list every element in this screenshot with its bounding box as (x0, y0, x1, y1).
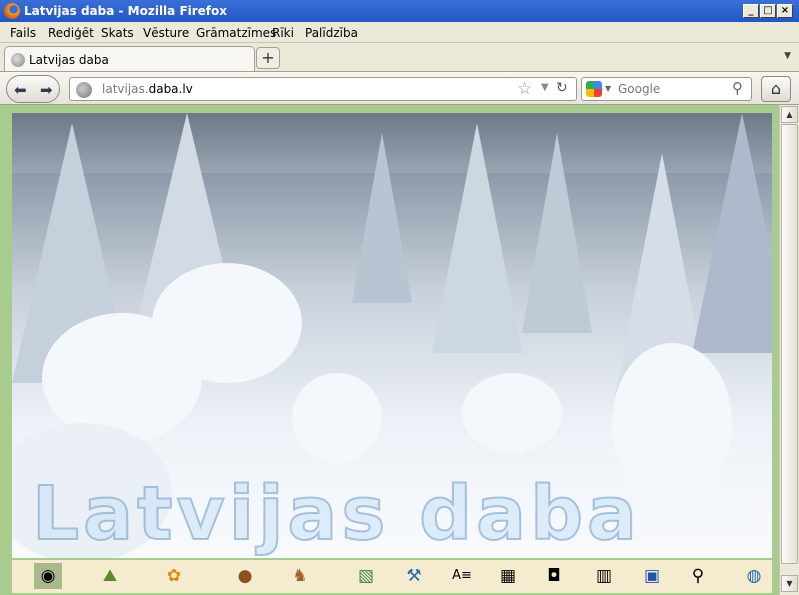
back-forward-group: ⬅ ➡ (6, 75, 60, 103)
snowy-tree (522, 133, 592, 333)
tab-strip: Latvijas daba + ▼ (0, 43, 799, 72)
minimize-button[interactable]: _ (743, 4, 759, 18)
home-button[interactable]: ⌂ (761, 76, 791, 102)
search-magnifier-button-icon[interactable]: ⚲ (732, 79, 743, 97)
home-globe-icon[interactable]: ◉ (34, 563, 62, 589)
address-bar[interactable]: latvijas.daba.lv ☆ ▼ ↻ (69, 77, 577, 101)
menu-view[interactable]: Skats (101, 26, 134, 40)
engine-dropdown-icon[interactable]: ▼ (605, 84, 611, 93)
book-icon[interactable]: ▥ (590, 563, 618, 589)
flowers-plants-icon[interactable]: ✿ (160, 563, 188, 589)
snow-mound (292, 373, 382, 463)
winter-forest-photo: Latvijas daba (12, 113, 772, 558)
landscape-icon[interactable]: ⛰ (96, 563, 124, 589)
snow-mound (152, 263, 302, 383)
new-tab-button[interactable]: + (256, 47, 280, 69)
menu-edit[interactable]: Rediģēt (48, 26, 94, 40)
window-titlebar: Latvijas daba - Mozilla Firefox _ □ × (0, 0, 799, 22)
snow-mound (462, 373, 562, 453)
scroll-up-arrow-icon[interactable]: ▲ (781, 106, 798, 123)
animals-insects-icon[interactable]: ♞ (286, 563, 314, 589)
search-input[interactable]: Google (618, 82, 660, 96)
snowy-tree (432, 123, 522, 353)
site-identity-icon[interactable] (76, 82, 92, 98)
back-arrow-icon[interactable]: ⬅ (14, 81, 27, 99)
bookmark-star-icon[interactable]: ☆ (517, 79, 532, 99)
info-screen-icon[interactable]: ▣ (638, 563, 666, 589)
firefox-logo-icon (4, 3, 20, 19)
navigation-toolbar: ⬅ ➡ latvijas.daba.lv ☆ ▼ ↻ ▼ Google ⚲ ⌂ (0, 71, 799, 105)
mushroom-icon[interactable]: ● (231, 563, 259, 589)
site-watermark-logo: Latvijas daba (31, 470, 641, 558)
snowy-tree (352, 133, 412, 303)
menu-history[interactable]: Vēsture (143, 26, 189, 40)
menubar: Fails Rediģēt Skats Vēsture Grāmatzīmes … (0, 22, 799, 43)
site-favicon-icon (11, 53, 25, 67)
tab-latvijas-daba[interactable]: Latvijas daba (4, 46, 255, 72)
google-engine-icon[interactable] (586, 81, 602, 97)
search-magnifier-icon[interactable]: ⚲ (684, 563, 712, 589)
snowy-tree (692, 113, 772, 353)
close-button[interactable]: × (777, 4, 793, 18)
url-text[interactable]: latvijas.daba.lv (102, 82, 193, 96)
reload-icon[interactable]: ↻ (556, 80, 568, 96)
section-icon-bar: ◉ ⛰ ✿ ● ♞ ▧ ⚒ A≡ ▦ ◘ ▥ ▣ ⚲ ◍ (12, 560, 772, 593)
window-title: Latvijas daba - Mozilla Firefox (24, 4, 228, 18)
maximize-button[interactable]: □ (760, 4, 776, 18)
page-content: Latvijas daba ◉ ⛰ ✿ ● ♞ ▧ ⚒ A≡ ▦ ◘ ▥ ▣ ⚲… (0, 105, 779, 595)
axe-icon[interactable]: ⚒ (400, 563, 428, 589)
tab-list-chevron-icon[interactable]: ▼ (784, 51, 791, 61)
menu-help[interactable]: Palīdzība (305, 26, 358, 40)
map-icon[interactable]: ▧ (352, 563, 380, 589)
tab-label: Latvijas daba (29, 53, 109, 67)
vertical-scrollbar[interactable]: ▲ ▼ (779, 105, 799, 595)
menu-file[interactable]: Fails (10, 26, 36, 40)
menu-bookmarks[interactable]: Grāmatzīmes (196, 26, 276, 40)
scroll-down-arrow-icon[interactable]: ▼ (781, 575, 798, 592)
search-box[interactable]: ▼ Google ⚲ (581, 77, 752, 101)
scrollbar-thumb[interactable] (781, 124, 798, 564)
history-dropdown-icon[interactable]: ▼ (541, 82, 549, 93)
menu-tools[interactable]: Rīki (272, 26, 294, 40)
alphabet-index-icon[interactable]: A≡ (448, 563, 476, 589)
globe-icon[interactable]: ◍ (740, 563, 768, 589)
table-icon[interactable]: ▦ (494, 563, 522, 589)
forward-arrow-icon[interactable]: ➡ (40, 81, 53, 99)
camera-icon[interactable]: ◘ (540, 563, 568, 589)
